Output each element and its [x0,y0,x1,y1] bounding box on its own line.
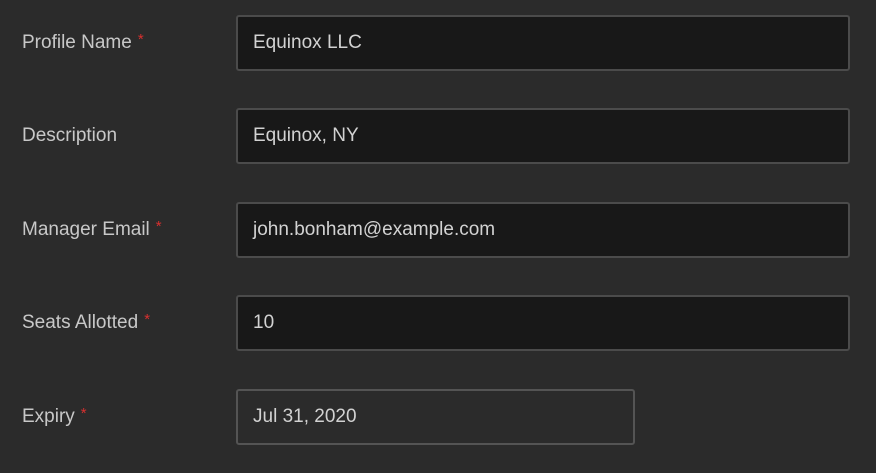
required-asterisk: * [80,405,87,422]
required-asterisk: * [137,31,144,48]
manager-email-input[interactable]: john.bonham@example.com [236,202,850,258]
expiry-label: Expiry * [22,388,87,446]
profile-name-label-text: Profile Name [22,32,132,53]
manager-email-row: Manager Email * john.bonham@example.com [0,201,876,259]
required-asterisk: * [144,311,151,328]
profile-name-input[interactable]: Equinox LLC [236,15,850,71]
manager-email-label-text: Manager Email [22,219,150,240]
expiry-label-text: Expiry [22,406,75,427]
expiry-row: Expiry * Jul 31, 2020 [0,388,876,446]
profile-name-label: Profile Name * [22,14,144,72]
profile-name-row: Profile Name * Equinox LLC [0,14,876,72]
description-input[interactable]: Equinox, NY [236,108,850,164]
seats-allotted-label-text: Seats Allotted [22,312,139,333]
required-asterisk: * [155,218,162,235]
profile-form: Profile Name * Equinox LLC Description Eq… [0,0,876,473]
expiry-date-input[interactable]: Jul 31, 2020 [236,389,635,445]
description-label-text: Description [22,125,118,146]
description-row: Description Equinox, NY [0,107,876,165]
manager-email-label: Manager Email * [22,201,162,259]
seats-allotted-label: Seats Allotted * [22,294,150,352]
seats-allotted-input[interactable]: 10 [236,295,850,351]
description-label: Description [22,107,123,165]
seats-allotted-row: Seats Allotted * 10 [0,294,876,352]
